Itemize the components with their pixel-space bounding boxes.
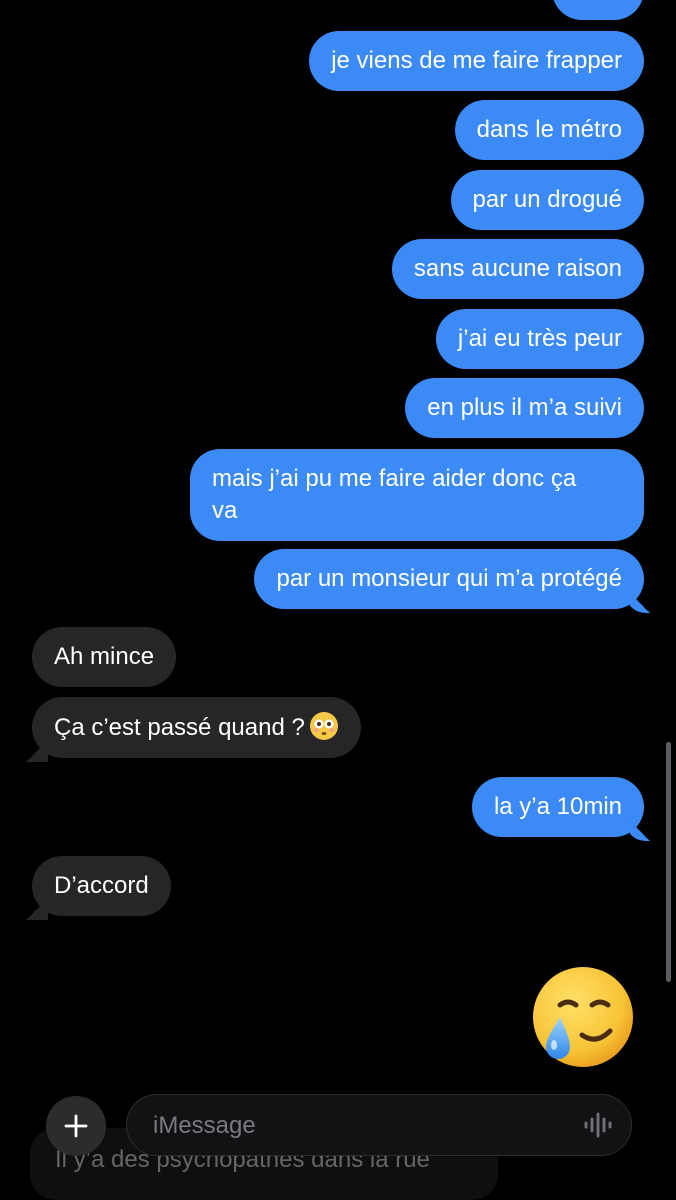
- message-received[interactable]: D’accord: [16, 856, 171, 920]
- message-bubble: j’ai eu très peur: [435, 309, 644, 369]
- message-text: je viens de me faire frapper: [331, 47, 622, 74]
- message-text: par un monsieur qui m’a protégé: [276, 565, 622, 592]
- message-bubble: Ah mince: [32, 627, 177, 687]
- message-bubble: dans le métro: [454, 100, 644, 160]
- message-received[interactable]: Ça c’est passé quand ?: [16, 697, 361, 762]
- message-bubble: en plus il m’a suivi: [405, 378, 644, 438]
- message-input[interactable]: [151, 1095, 575, 1157]
- message-sent[interactable]: la y’a 10min: [471, 777, 661, 841]
- message-input-container[interactable]: [126, 1094, 632, 1157]
- smiling-face-with-tear-icon[interactable]: [530, 965, 636, 1071]
- message-bubble: la y’a 10min: [471, 777, 661, 841]
- message-text: Ah mince: [54, 643, 155, 670]
- message-text: D’accord: [54, 872, 149, 899]
- message-bubble: par un monsieur qui m’a protégé: [254, 549, 660, 613]
- message-text: sans aucune raison: [413, 255, 622, 282]
- message-bubble: heu: [551, 0, 644, 20]
- message-sent[interactable]: heu: [551, 0, 644, 20]
- message-bubble: Ça c’est passé quand ?: [16, 697, 361, 762]
- message-sent[interactable]: par un drogué: [450, 170, 644, 230]
- message-bubble: par un drogué: [450, 170, 644, 230]
- message-sent[interactable]: je viens de me faire frapper: [309, 31, 644, 91]
- message-sent[interactable]: mais j’ai pu me faire aider donc ça va: [190, 449, 644, 541]
- scrollbar[interactable]: [666, 742, 671, 982]
- message-text: dans le métro: [476, 116, 622, 143]
- waveform-icon[interactable]: [583, 1112, 613, 1138]
- flushed-face-icon: [309, 712, 338, 740]
- message-text: la y’a 10min: [493, 793, 622, 820]
- message-text: heu: [578, 0, 618, 3]
- message-sent[interactable]: sans aucune raison: [391, 239, 644, 299]
- message-text: j’ai eu très peur: [457, 325, 622, 352]
- message-sent[interactable]: en plus il m’a suivi: [405, 378, 644, 438]
- plus-icon: [64, 1114, 88, 1138]
- message-sent[interactable]: dans le métro: [454, 100, 644, 160]
- message-bubble: mais j’ai pu me faire aider donc ça va: [190, 449, 644, 541]
- message-text: mais j’ai pu me faire aider donc ça va: [212, 465, 577, 524]
- message-text: par un drogué: [472, 186, 622, 213]
- message-text: Ça c’est passé quand ?: [54, 714, 305, 741]
- message-bubble: sans aucune raison: [391, 239, 644, 299]
- message-received[interactable]: Ah mince: [32, 627, 177, 687]
- message-thread: heu je viens de me faire frapper dans le…: [0, 0, 676, 1200]
- message-sent[interactable]: j’ai eu très peur: [435, 309, 644, 369]
- message-sent[interactable]: par un monsieur qui m’a protégé: [254, 549, 660, 613]
- add-attachment-button[interactable]: [46, 1096, 106, 1156]
- message-bubble: je viens de me faire frapper: [309, 31, 644, 91]
- message-bubble: D’accord: [16, 856, 171, 920]
- message-text: en plus il m’a suivi: [427, 394, 622, 421]
